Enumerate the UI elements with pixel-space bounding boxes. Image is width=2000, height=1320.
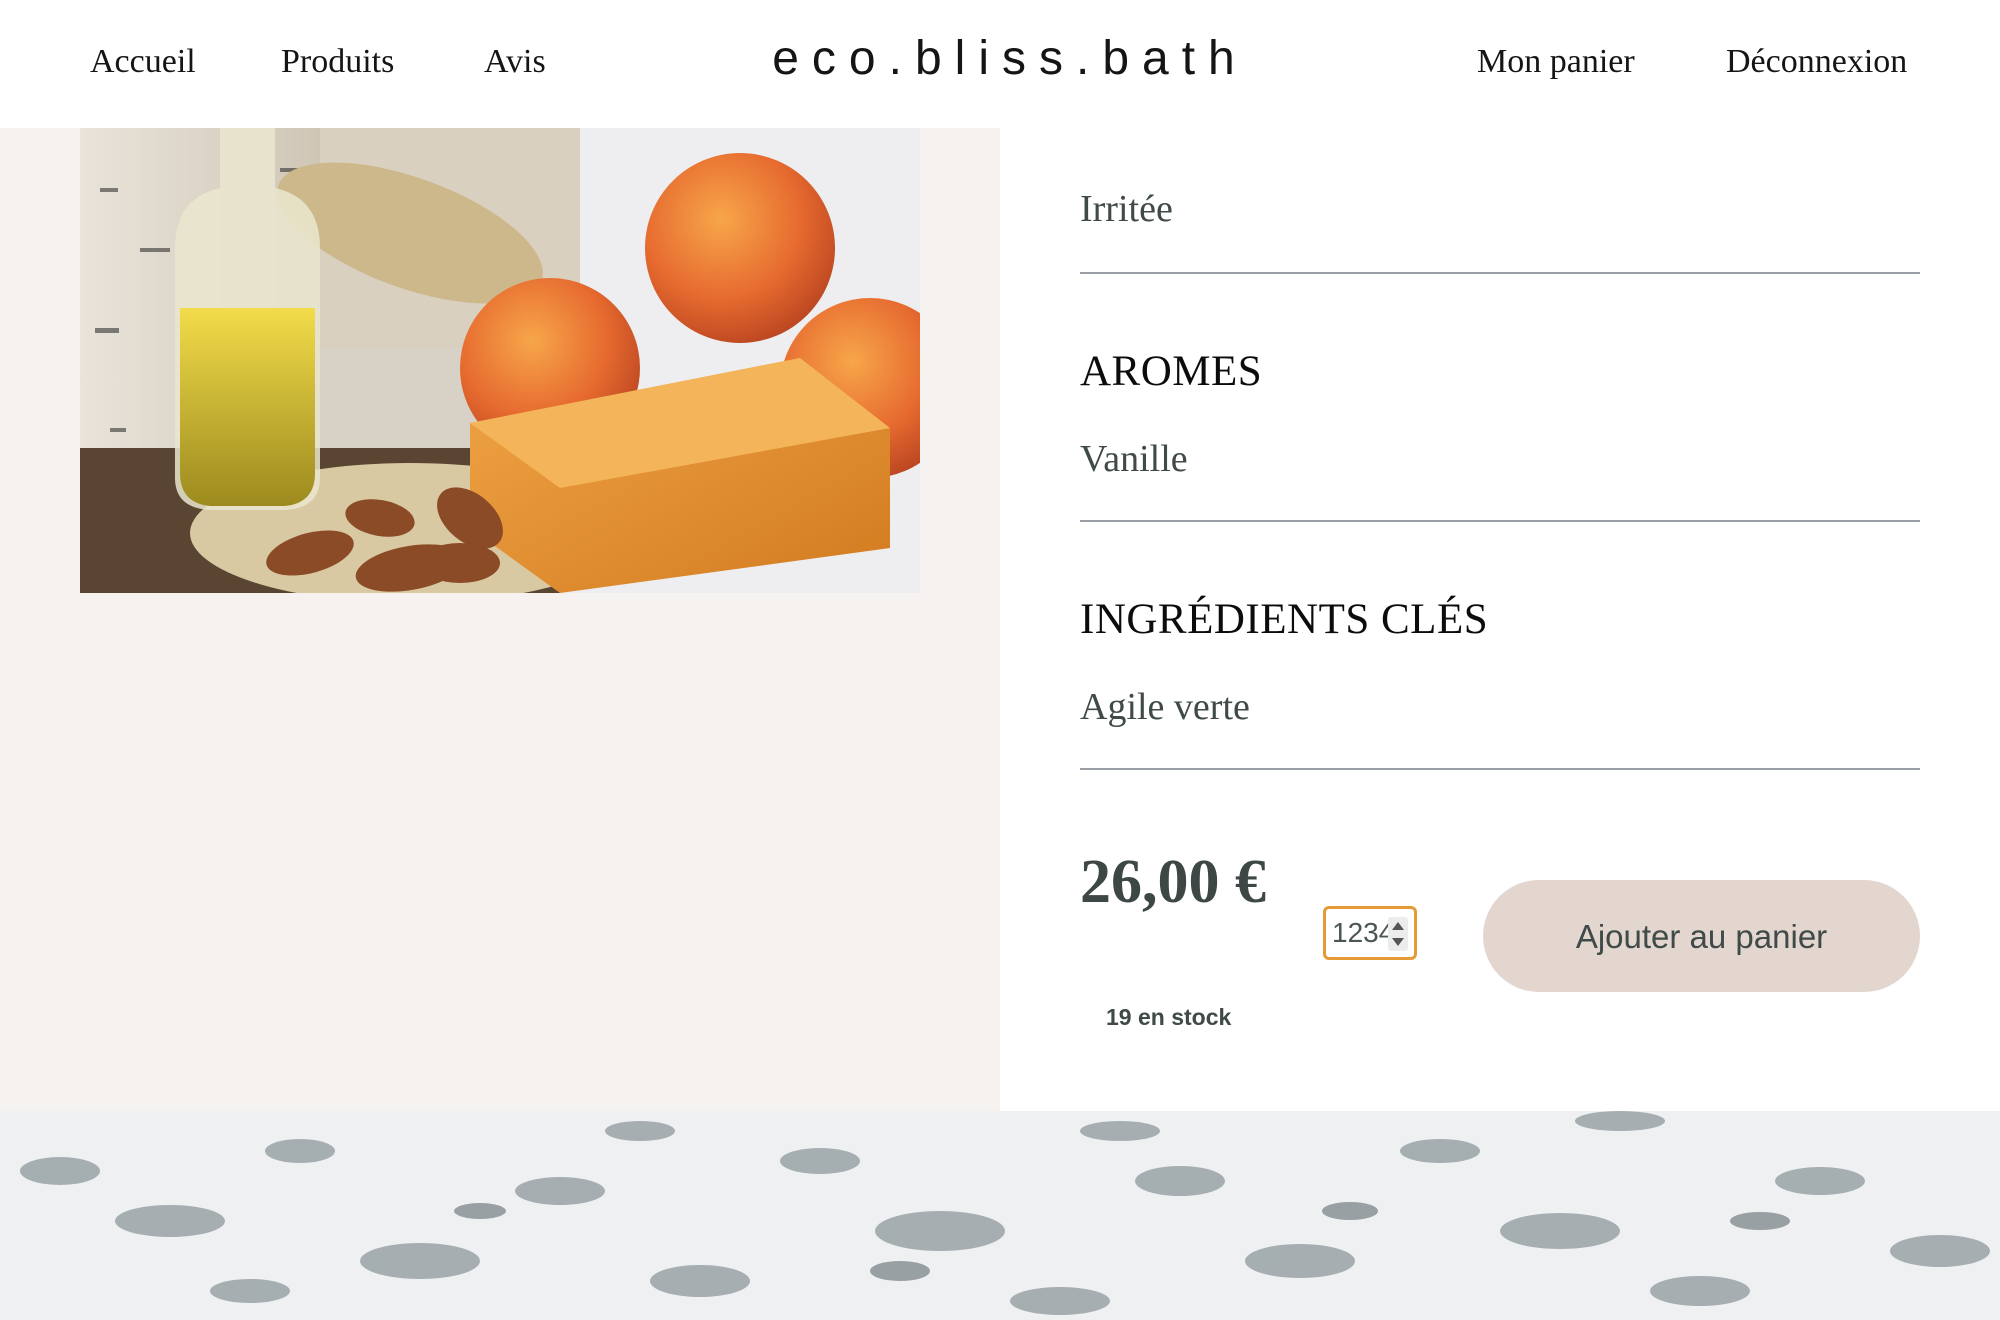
key-ingredients-section: INGRÉDIENTS CLÉS Agile verte [1080, 596, 1920, 770]
quantity-spinner[interactable] [1388, 917, 1408, 951]
aromas-heading: AROMES [1080, 348, 1263, 395]
skin-value: Irritée [1080, 188, 1173, 230]
add-to-cart-button[interactable]: Ajouter au panier [1483, 880, 1920, 992]
key-ingredients-heading: INGRÉDIENTS CLÉS [1080, 596, 1489, 643]
nav-link-products[interactable]: Produits [281, 42, 394, 83]
nav-link-cart[interactable]: Mon panier [1477, 42, 1635, 83]
aromas-section: AROMES Vanille [1080, 348, 1920, 522]
nav-link-home[interactable]: Accueil [90, 42, 196, 83]
aromas-value: Vanille [1080, 438, 1188, 480]
key-ingredients-value: Agile verte [1080, 686, 1250, 728]
product-photo [80, 128, 920, 593]
product-image-panel [0, 0, 1000, 1111]
product-price: 26,00 € [1080, 848, 1266, 916]
site-logo[interactable]: eco.bliss.bath [770, 30, 1250, 88]
chevron-down-icon[interactable] [1392, 938, 1404, 946]
nav-link-reviews[interactable]: Avis [484, 42, 546, 83]
nav-link-logout[interactable]: Déconnexion [1726, 42, 1907, 83]
divider [1080, 520, 1920, 522]
stock-count: 19 en stock [1106, 1004, 1232, 1030]
divider [1080, 768, 1920, 770]
chevron-up-icon[interactable] [1392, 922, 1404, 930]
footer-wave-image [0, 1111, 2000, 1320]
quantity-input[interactable] [1332, 915, 1390, 951]
sea-foam-photo-icon [0, 1111, 2000, 1320]
quantity-stepper[interactable] [1323, 906, 1417, 960]
site-header: Accueil Produits Avis eco.bliss.bath Mon… [0, 0, 2000, 128]
divider [1080, 272, 1920, 274]
soap-apricot-photo-icon [80, 128, 920, 593]
